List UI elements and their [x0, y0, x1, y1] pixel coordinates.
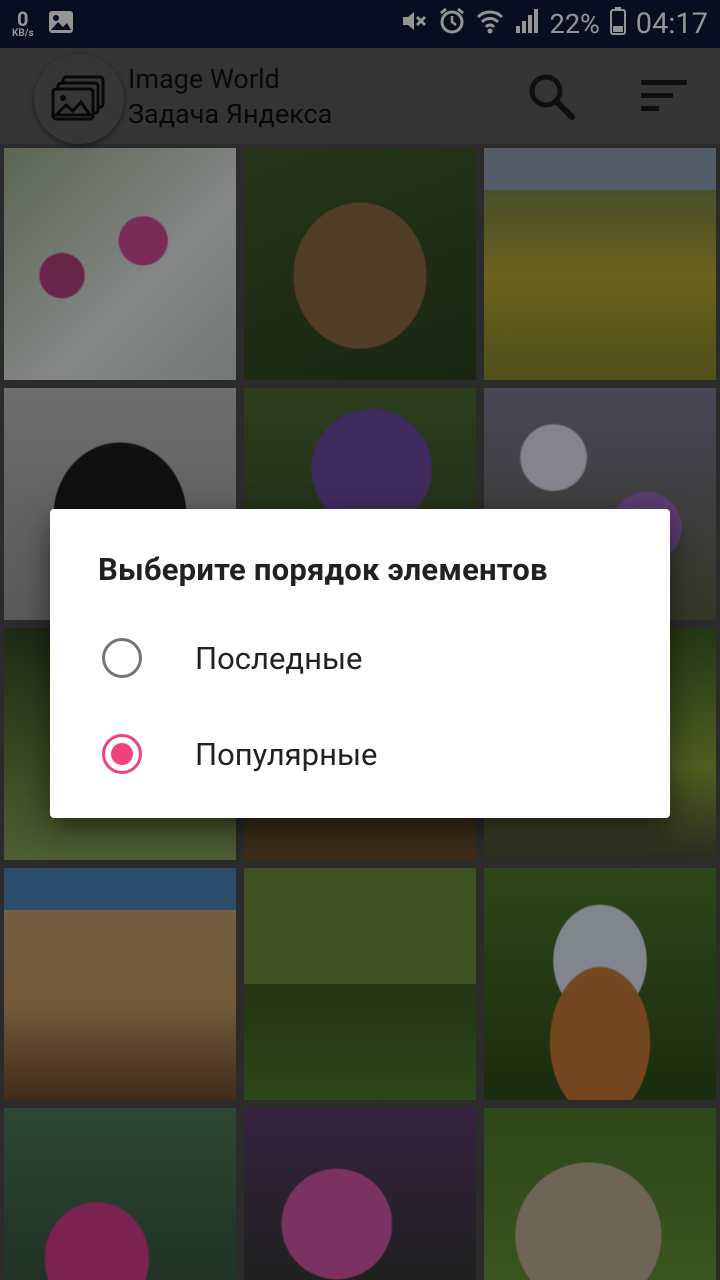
dialog-title: Выберите порядок элементов — [98, 551, 548, 588]
radio-latest[interactable] — [102, 638, 142, 678]
sort-order-dialog: Выберите порядок элементов Последные Поп… — [50, 509, 670, 818]
option-latest[interactable]: Последные — [50, 613, 670, 703]
option-label-popular: Популярные — [195, 735, 378, 773]
option-popular[interactable]: Популярные — [50, 709, 670, 799]
radio-popular[interactable] — [102, 734, 142, 774]
option-label-latest: Последные — [195, 639, 363, 677]
